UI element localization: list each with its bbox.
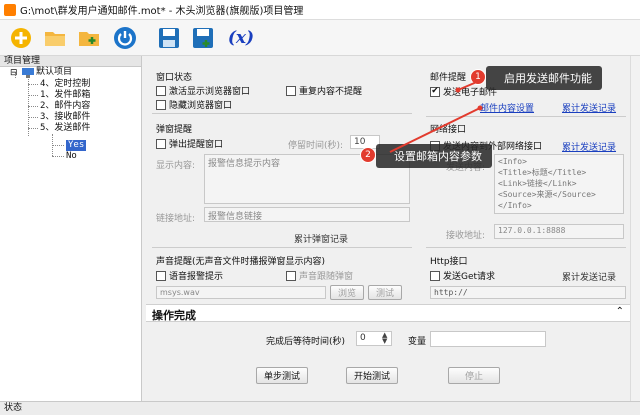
tree-item-content[interactable]: 2、邮件内容 [40, 101, 90, 112]
settings-panel: 窗口状态 激活显示浏览器窗口 重复内容不提醒 隐藏浏览器窗口 弹窗提醒 弹出提醒… [146, 56, 640, 401]
window-title: G:\mot\群发用户通知邮件.mot* - 木头浏览器(旗舰版)项目管理 [20, 6, 304, 17]
tree-collapse-toggle[interactable]: ⊟ [10, 68, 18, 79]
save-icon[interactable] [156, 25, 182, 51]
add-folder-icon[interactable] [76, 25, 102, 51]
tree-child-yes[interactable]: Yes [66, 140, 87, 151]
tree-item-sender[interactable]: 1、发件邮箱 [40, 90, 90, 101]
status-bar: 状态 [0, 401, 640, 415]
toolbar: (x) [0, 20, 640, 56]
callout-arrows [389, 80, 483, 153]
tree-child-no[interactable]: No [66, 151, 77, 162]
tree-item-schedule[interactable]: 4、定时控制 [40, 79, 90, 90]
tree-header: 项目管理 [0, 56, 141, 67]
variable-icon[interactable]: (x) [224, 25, 258, 51]
title-bar: G:\mot\群发用户通知邮件.mot* - 木头浏览器(旗舰版)项目管理 [0, 0, 640, 20]
open-folder-icon[interactable] [42, 25, 68, 51]
save-as-icon[interactable] [190, 25, 216, 51]
project-tree: 项目管理 ⊟ 默认项目 4、定时控制 1、发件邮箱 2、邮件内容 3、接收邮件 … [0, 56, 142, 401]
app-icon [4, 3, 16, 16]
tree-item-send[interactable]: 5、发送邮件 [40, 123, 90, 134]
tree-item-receive[interactable]: 3、接收邮件 [40, 112, 90, 123]
new-icon[interactable] [8, 25, 34, 51]
power-icon[interactable] [112, 25, 138, 51]
tree-root[interactable]: 默认项目 [36, 67, 72, 78]
